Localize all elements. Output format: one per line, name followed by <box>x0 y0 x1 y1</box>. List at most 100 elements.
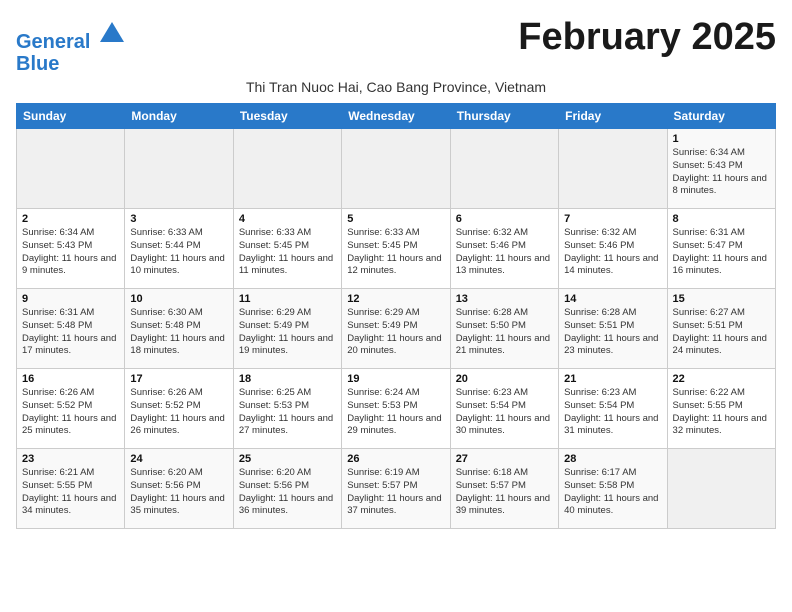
day-number: 2 <box>22 213 119 225</box>
weekday-header-row: SundayMondayTuesdayWednesdayThursdayFrid… <box>17 104 776 129</box>
calendar-cell: 28 Sunrise: 6:17 AMSunset: 5:58 PMDayligh… <box>559 449 667 529</box>
logo-icon <box>98 20 126 48</box>
calendar-cell: 24 Sunrise: 6:20 AMSunset: 5:56 PMDayligh… <box>125 449 233 529</box>
day-info: Sunrise: 6:27 AMSunset: 5:51 PMDaylight:… <box>673 307 770 358</box>
day-number: 20 <box>456 373 553 385</box>
location-subtitle: Thi Tran Nuoc Hai, Cao Bang Province, Vi… <box>16 79 776 95</box>
calendar-cell <box>125 129 233 209</box>
calendar-cell: 23Sunrise: 6:21 AMSunset: 5:55 PMDayligh… <box>17 449 125 529</box>
day-number: 17 <box>130 373 227 385</box>
day-info: Sunrise: 6:33 AMSunset: 5:44 PMDaylight:… <box>130 227 227 278</box>
month-title: February 2025 <box>518 16 776 59</box>
calendar-cell: 13 Sunrise: 6:28 AMSunset: 5:50 PMDayligh… <box>450 289 558 369</box>
calendar-cell: 20 Sunrise: 6:23 AMSunset: 5:54 PMDayligh… <box>450 369 558 449</box>
day-info: Sunrise: 6:23 AMSunset: 5:54 PMDaylight:… <box>456 387 553 438</box>
calendar-week-row: 1Sunrise: 6:34 AMSunset: 5:43 PMDaylight… <box>17 129 776 209</box>
day-info: Sunrise: 6:25 AMSunset: 5:53 PMDaylight:… <box>239 387 336 438</box>
calendar-cell: 4 Sunrise: 6:33 AMSunset: 5:45 PMDaylight… <box>233 209 341 289</box>
day-info: Sunrise: 6:20 AMSunset: 5:56 PMDaylight:… <box>130 467 227 518</box>
day-info: Sunrise: 6:29 AMSunset: 5:49 PMDaylight:… <box>347 307 444 358</box>
weekday-header-monday: Monday <box>125 104 233 129</box>
day-number: 23 <box>22 453 119 465</box>
calendar-cell: 9Sunrise: 6:31 AMSunset: 5:48 PMDaylight… <box>17 289 125 369</box>
day-info: Sunrise: 6:32 AMSunset: 5:46 PMDaylight:… <box>564 227 661 278</box>
day-info: Sunrise: 6:26 AMSunset: 5:52 PMDaylight:… <box>130 387 227 438</box>
calendar-cell: 10Sunrise: 6:30 AMSunset: 5:48 PMDayligh… <box>125 289 233 369</box>
day-number: 8 <box>673 213 770 225</box>
day-number: 27 <box>456 453 553 465</box>
logo-text-blue: Blue <box>16 53 126 75</box>
day-info: Sunrise: 6:26 AMSunset: 5:52 PMDaylight:… <box>22 387 119 438</box>
day-number: 28 <box>564 453 661 465</box>
calendar-cell: 1Sunrise: 6:34 AMSunset: 5:43 PMDaylight… <box>667 129 775 209</box>
logo: General Blue <box>16 20 126 75</box>
calendar-cell <box>233 129 341 209</box>
calendar-cell: 2 Sunrise: 6:34 AMSunset: 5:43 PMDaylight… <box>17 209 125 289</box>
day-number: 22 <box>673 373 770 385</box>
day-info: Sunrise: 6:33 AMSunset: 5:45 PMDaylight:… <box>239 227 336 278</box>
day-number: 5 <box>347 213 444 225</box>
calendar-cell: 8 Sunrise: 6:31 AMSunset: 5:47 PMDaylight… <box>667 209 775 289</box>
weekday-header-saturday: Saturday <box>667 104 775 129</box>
weekday-header-sunday: Sunday <box>17 104 125 129</box>
day-number: 3 <box>130 213 227 225</box>
day-info: Sunrise: 6:19 AMSunset: 5:57 PMDaylight:… <box>347 467 444 518</box>
day-number: 24 <box>130 453 227 465</box>
day-info: Sunrise: 6:20 AMSunset: 5:56 PMDaylight:… <box>239 467 336 518</box>
calendar-cell <box>559 129 667 209</box>
calendar-cell: 22 Sunrise: 6:22 AMSunset: 5:55 PMDayligh… <box>667 369 775 449</box>
day-number: 4 <box>239 213 336 225</box>
day-number: 21 <box>564 373 661 385</box>
calendar-week-row: 16 Sunrise: 6:26 AMSunset: 5:52 PMDayligh… <box>17 369 776 449</box>
calendar-cell: 16 Sunrise: 6:26 AMSunset: 5:52 PMDayligh… <box>17 369 125 449</box>
calendar-cell: 27Sunrise: 6:18 AMSunset: 5:57 PMDayligh… <box>450 449 558 529</box>
logo-text: General <box>16 20 126 53</box>
day-number: 16 <box>22 373 119 385</box>
calendar-week-row: 23Sunrise: 6:21 AMSunset: 5:55 PMDayligh… <box>17 449 776 529</box>
day-info: Sunrise: 6:31 AMSunset: 5:47 PMDaylight:… <box>673 227 770 278</box>
day-number: 11 <box>239 293 336 305</box>
calendar-cell: 19Sunrise: 6:24 AMSunset: 5:53 PMDayligh… <box>342 369 450 449</box>
day-info: Sunrise: 6:32 AMSunset: 5:46 PMDaylight:… <box>456 227 553 278</box>
calendar-cell: 17 Sunrise: 6:26 AMSunset: 5:52 PMDayligh… <box>125 369 233 449</box>
day-number: 14 <box>564 293 661 305</box>
day-number: 6 <box>456 213 553 225</box>
day-info: Sunrise: 6:17 AMSunset: 5:58 PMDaylight:… <box>564 467 661 518</box>
calendar-week-row: 9Sunrise: 6:31 AMSunset: 5:48 PMDaylight… <box>17 289 776 369</box>
day-number: 7 <box>564 213 661 225</box>
day-number: 10 <box>130 293 227 305</box>
weekday-header-friday: Friday <box>559 104 667 129</box>
day-number: 18 <box>239 373 336 385</box>
page-header: General Blue February 2025 <box>16 16 776 75</box>
day-info: Sunrise: 6:22 AMSunset: 5:55 PMDaylight:… <box>673 387 770 438</box>
weekday-header-wednesday: Wednesday <box>342 104 450 129</box>
day-info: Sunrise: 6:29 AMSunset: 5:49 PMDaylight:… <box>239 307 336 358</box>
calendar-cell <box>17 129 125 209</box>
day-number: 13 <box>456 293 553 305</box>
calendar-cell: 26 Sunrise: 6:19 AMSunset: 5:57 PMDayligh… <box>342 449 450 529</box>
day-info: Sunrise: 6:34 AMSunset: 5:43 PMDaylight:… <box>22 227 119 278</box>
calendar-cell: 12 Sunrise: 6:29 AMSunset: 5:49 PMDayligh… <box>342 289 450 369</box>
calendar-cell <box>667 449 775 529</box>
day-info: Sunrise: 6:28 AMSunset: 5:50 PMDaylight:… <box>456 307 553 358</box>
calendar-cell <box>342 129 450 209</box>
calendar-cell: 7 Sunrise: 6:32 AMSunset: 5:46 PMDaylight… <box>559 209 667 289</box>
calendar-week-row: 2 Sunrise: 6:34 AMSunset: 5:43 PMDaylight… <box>17 209 776 289</box>
day-number: 12 <box>347 293 444 305</box>
calendar-cell: 11 Sunrise: 6:29 AMSunset: 5:49 PMDayligh… <box>233 289 341 369</box>
calendar-cell: 14 Sunrise: 6:28 AMSunset: 5:51 PMDayligh… <box>559 289 667 369</box>
calendar-cell: 3 Sunrise: 6:33 AMSunset: 5:44 PMDaylight… <box>125 209 233 289</box>
day-number: 9 <box>22 293 119 305</box>
calendar-cell: 5 Sunrise: 6:33 AMSunset: 5:45 PMDaylight… <box>342 209 450 289</box>
calendar-cell: 18 Sunrise: 6:25 AMSunset: 5:53 PMDayligh… <box>233 369 341 449</box>
day-number: 15 <box>673 293 770 305</box>
weekday-header-thursday: Thursday <box>450 104 558 129</box>
day-number: 1 <box>673 133 770 145</box>
day-info: Sunrise: 6:33 AMSunset: 5:45 PMDaylight:… <box>347 227 444 278</box>
calendar-cell <box>450 129 558 209</box>
day-info: Sunrise: 6:28 AMSunset: 5:51 PMDaylight:… <box>564 307 661 358</box>
weekday-header-tuesday: Tuesday <box>233 104 341 129</box>
day-number: 26 <box>347 453 444 465</box>
day-number: 19 <box>347 373 444 385</box>
day-number: 25 <box>239 453 336 465</box>
